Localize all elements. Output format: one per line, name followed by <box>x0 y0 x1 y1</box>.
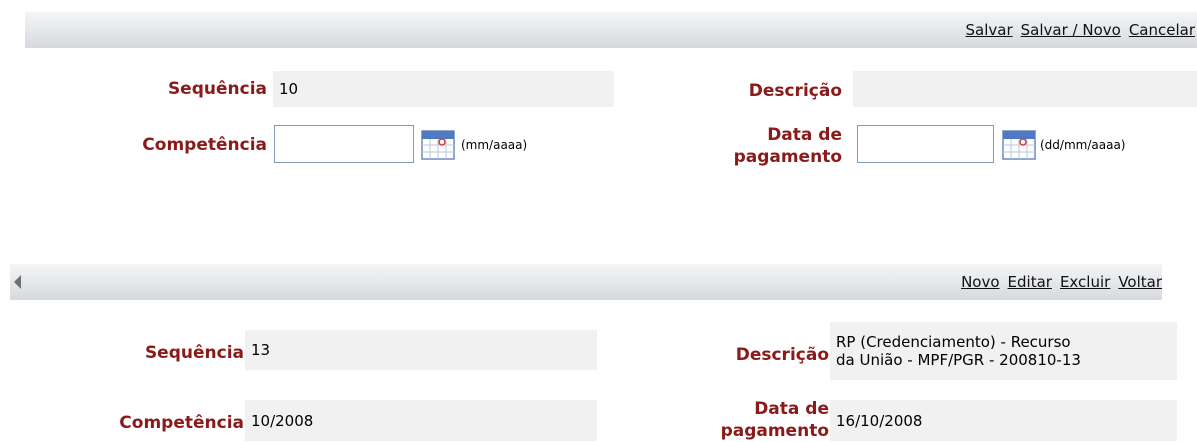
view-descricao-label: Descrição <box>735 345 829 365</box>
top-toolbar: Salvar Salvar / Novo Cancelar <box>25 12 1197 48</box>
descricao-label: Descrição <box>748 81 842 101</box>
view-data-pagamento-line2: pagamento <box>720 421 829 441</box>
view-descricao-value: RP (Credenciamento) - Recurso da União -… <box>830 322 1177 380</box>
view-sequencia-label: Sequência <box>144 343 244 363</box>
save-new-button[interactable]: Salvar / Novo <box>1021 21 1121 39</box>
data-pagamento-input[interactable] <box>857 125 994 163</box>
competencia-label: Competência <box>142 135 267 155</box>
cancel-button[interactable]: Cancelar <box>1129 21 1195 39</box>
back-button[interactable]: Voltar <box>1118 273 1162 291</box>
data-pagamento-label-line2: pagamento <box>733 147 842 167</box>
view-competencia-label: Competência <box>119 413 244 433</box>
view-descricao-line2: da União - MPF/PGR - 200810-13 <box>836 351 1081 369</box>
competencia-input[interactable] <box>274 125 414 163</box>
view-sequencia-value: 13 <box>245 330 597 370</box>
competencia-hint: (mm/aaaa) <box>461 138 528 152</box>
bottom-actions: Novo Editar Excluir Voltar <box>961 264 1162 300</box>
bottom-toolbar: Novo Editar Excluir Voltar <box>10 264 1162 300</box>
delete-button[interactable]: Excluir <box>1060 273 1110 291</box>
view-data-pagamento-line1: Data de <box>754 399 829 419</box>
scroll-left-icon[interactable] <box>14 275 21 289</box>
edit-button[interactable]: Editar <box>1008 273 1052 291</box>
data-pagamento-hint: (dd/mm/aaaa) <box>1040 138 1126 152</box>
data-pagamento-label: Data de pagamento <box>734 124 842 168</box>
view-data-pagamento-value: 16/10/2008 <box>830 400 1177 441</box>
calendar-icon[interactable] <box>1002 127 1036 161</box>
view-competencia-value: 10/2008 <box>245 400 597 441</box>
view-descricao-line1: RP (Credenciamento) - Recurso <box>836 333 1071 351</box>
save-button[interactable]: Salvar <box>966 21 1013 39</box>
new-button[interactable]: Novo <box>961 273 999 291</box>
top-actions: Salvar Salvar / Novo Cancelar <box>966 12 1195 48</box>
calendar-icon[interactable] <box>421 127 455 161</box>
data-pagamento-label-line1: Data de <box>767 125 842 145</box>
sequencia-label: Sequência <box>167 79 267 99</box>
descricao-value <box>853 71 1197 107</box>
view-data-pagamento-label: Data de pagamento <box>721 398 829 442</box>
sequencia-value: 10 <box>273 71 614 107</box>
